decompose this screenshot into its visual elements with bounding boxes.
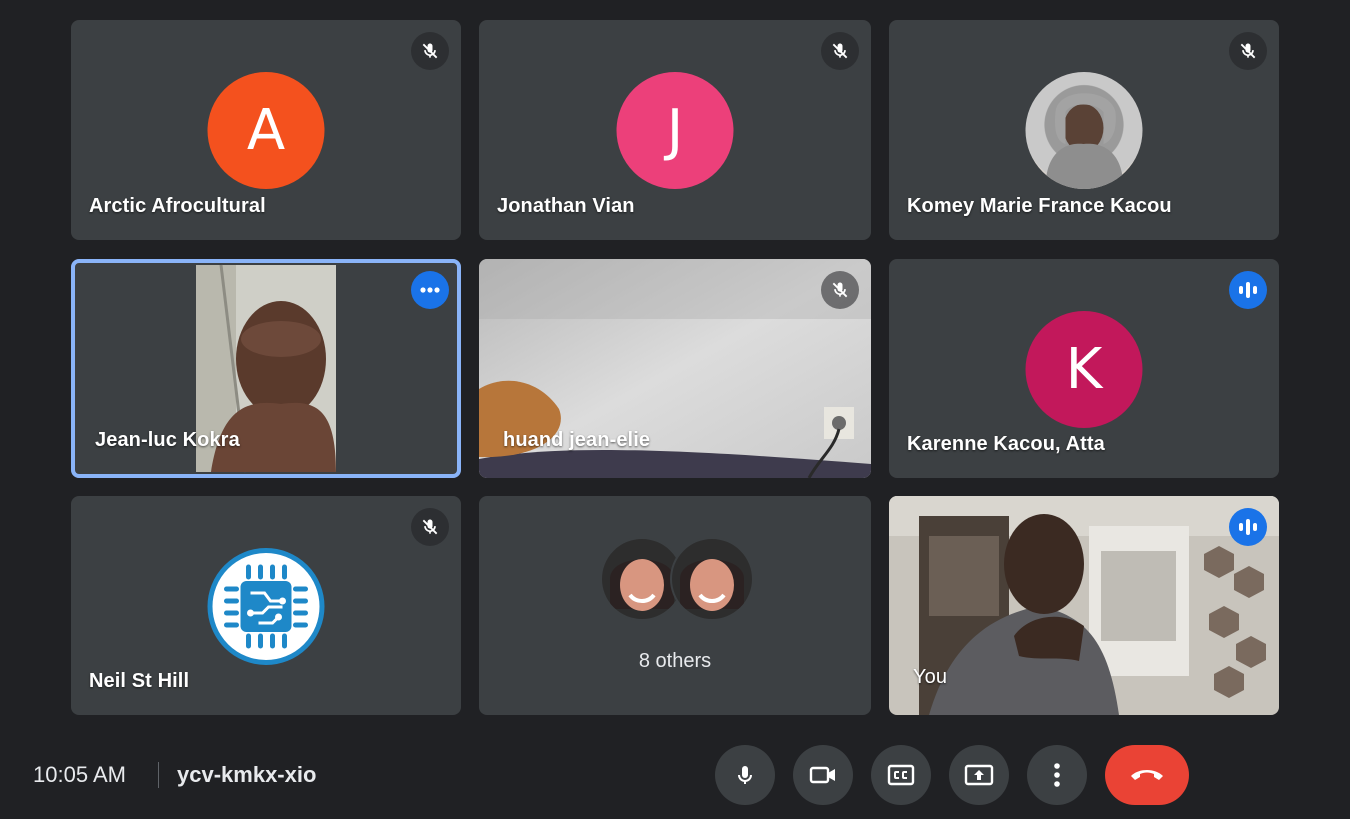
participant-tile[interactable]: J Jonathan Vian <box>479 20 871 240</box>
mic-muted-icon <box>411 32 449 70</box>
meeting-stage: A Arctic Afrocultural J Jonathan Vian Ko… <box>0 0 1350 819</box>
participant-tile[interactable]: A Arctic Afrocultural <box>71 20 461 240</box>
end-call-icon <box>1131 770 1163 780</box>
meeting-code[interactable]: ycv-kmkx-xio <box>177 762 316 788</box>
camera-icon <box>809 766 835 784</box>
video-feed <box>889 496 1279 715</box>
participant-tile[interactable]: Neil St Hill <box>71 496 461 715</box>
self-view-tile[interactable]: You <box>889 496 1279 715</box>
participant-name: Komey Marie France Kacou <box>907 195 1172 217</box>
participant-name: Jonathan Vian <box>497 195 635 217</box>
camera-button[interactable] <box>793 745 853 805</box>
mic-muted-icon <box>411 508 449 546</box>
profile-chip-logo <box>207 548 325 665</box>
present-screen-icon <box>964 764 994 786</box>
mic-muted-icon <box>821 32 859 70</box>
more-options-icon[interactable] <box>411 271 449 309</box>
avatar <box>670 537 754 621</box>
profile-photo <box>1025 72 1143 189</box>
participant-name: Jean-luc Kokra <box>95 429 240 451</box>
mic-muted-icon <box>1229 32 1267 70</box>
others-count-label: 8 others <box>638 650 712 672</box>
participant-tile[interactable]: huand jean-elie <box>479 259 871 478</box>
participant-tile[interactable]: K Karenne Kacou, Atta <box>889 259 1279 478</box>
participant-tile-active[interactable]: Jean-luc Kokra <box>71 259 461 478</box>
end-call-button[interactable] <box>1105 745 1189 805</box>
bottom-bar: 10:05 AM ycv-kmkx-xio <box>0 730 1350 819</box>
captions-icon <box>887 764 915 786</box>
avatar: K <box>1025 311 1143 428</box>
others-avatar-group <box>600 537 754 621</box>
present-screen-button[interactable] <box>949 745 1009 805</box>
divider <box>158 762 159 788</box>
microphone-icon <box>738 766 752 784</box>
participant-name: Karenne Kacou, Atta <box>907 433 1105 455</box>
others-tile[interactable]: 8 others <box>479 496 871 715</box>
audio-speaking-icon <box>1229 271 1267 309</box>
mic-muted-icon <box>821 271 859 309</box>
audio-speaking-icon <box>1229 508 1267 546</box>
more-options-icon <box>1054 763 1060 787</box>
avatar: A <box>207 72 325 189</box>
avatar: J <box>616 72 734 189</box>
more-options-button[interactable] <box>1027 745 1087 805</box>
captions-button[interactable] <box>871 745 931 805</box>
participant-name: Arctic Afrocultural <box>89 195 266 217</box>
participant-name: Neil St Hill <box>89 670 190 692</box>
participant-name-self: You <box>913 666 948 688</box>
microphone-button[interactable] <box>715 745 775 805</box>
participant-tile[interactable]: Komey Marie France Kacou <box>889 20 1279 240</box>
meeting-clock: 10:05 AM <box>33 762 126 787</box>
participant-name: huand jean-elie <box>503 429 651 451</box>
